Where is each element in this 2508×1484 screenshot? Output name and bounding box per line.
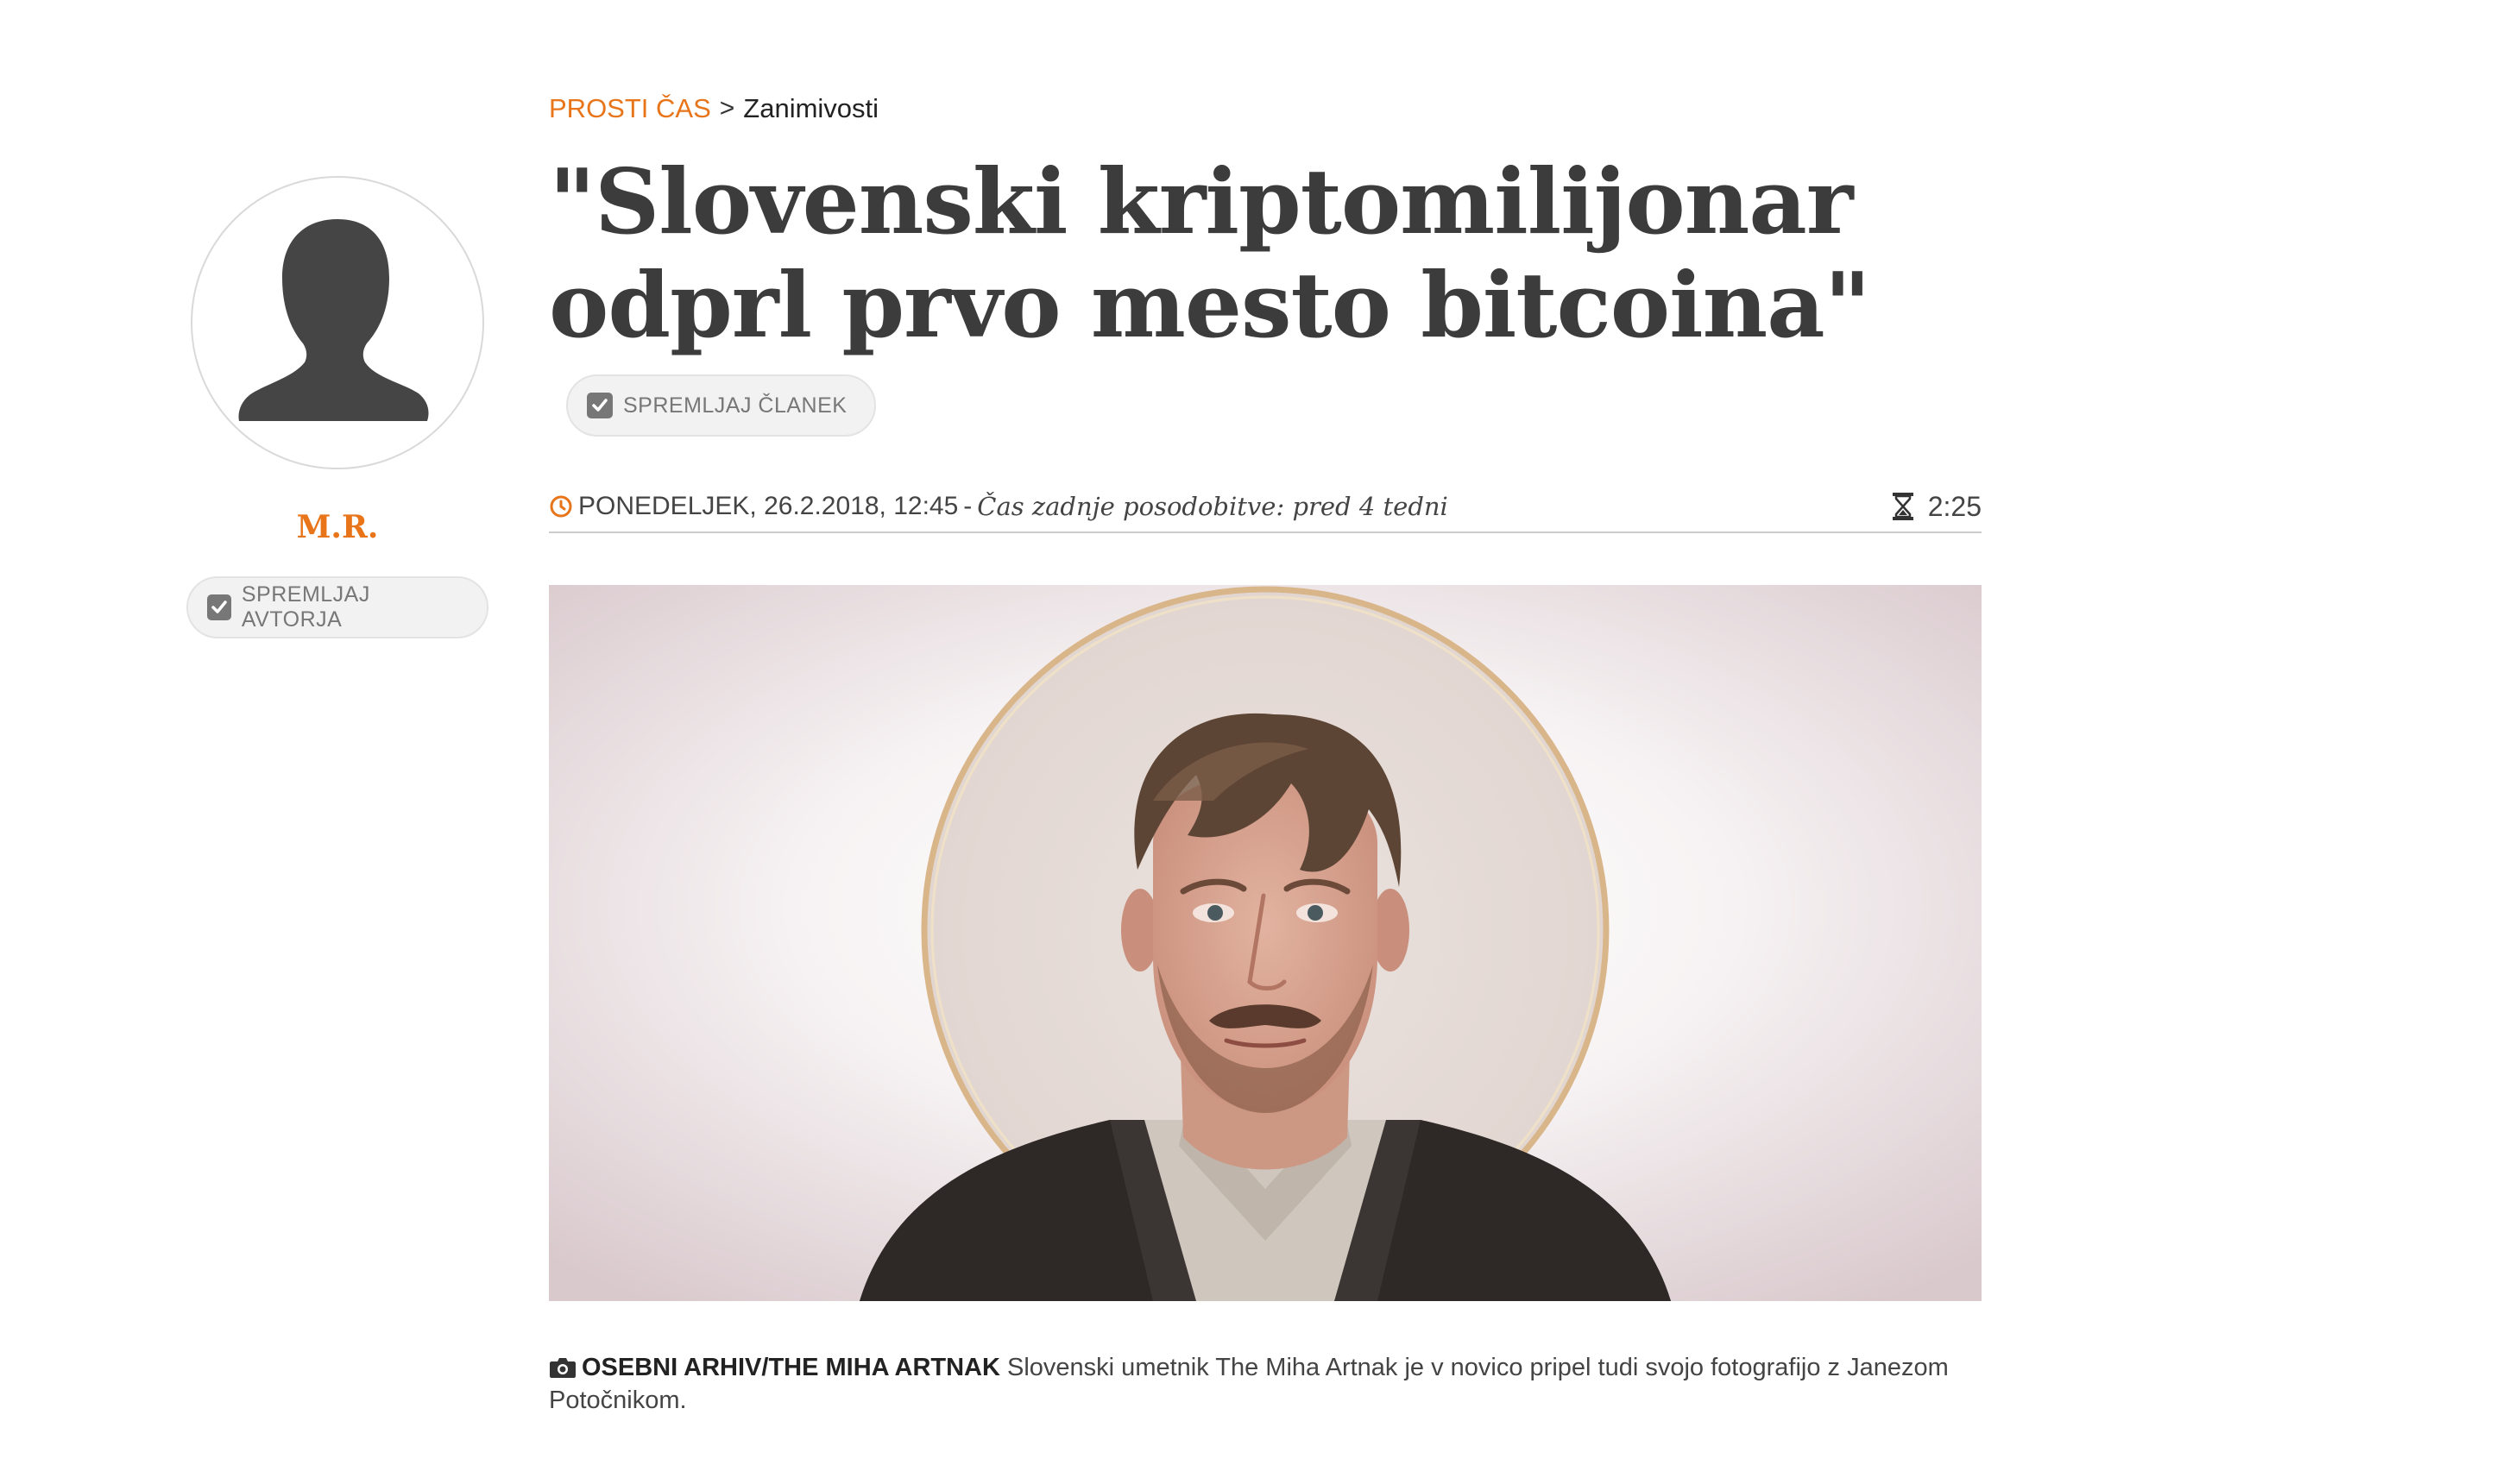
portrait-photo (549, 585, 1982, 1301)
author-name[interactable]: M.R. (186, 509, 488, 545)
last-update-text: Čas zadnje posodobitve: pred 4 tedni (977, 492, 1448, 521)
article-title: "Slovenski kriptomilijonar odprl prvo me… (549, 150, 1930, 357)
checkbox-icon (587, 393, 613, 418)
read-time-value: 2:25 (1927, 490, 1982, 522)
camera-icon (550, 1358, 576, 1378)
article-hero-image[interactable] (549, 585, 1982, 1301)
article-title-line-1: "Slovenski kriptomilijonar (549, 148, 1854, 255)
caption-credit: OSEBNI ARHIV/THE MIHA ARTNAK (582, 1354, 1000, 1381)
article-column: PROSTI ČAS > Zanimivosti "Slovenski krip… (549, 83, 1982, 1417)
read-time: 2:25 (1890, 491, 1982, 523)
hourglass-icon (1892, 493, 1913, 520)
article-page: M.R. SPREMLJAJ AVTORJA PROSTI ČAS > Zani… (0, 0, 2508, 1484)
article-title-line-2: odprl prvo mesto bitcoina" (549, 252, 1871, 358)
article-meta: PONEDELJEK, 26.2.2018, 12:45 - Čas zadnj… (549, 481, 1982, 533)
person-silhouette-icon (238, 219, 429, 421)
chevron-right-icon: > (719, 94, 735, 123)
breadcrumb-subsection-link[interactable]: Zanimivosti (743, 93, 879, 124)
image-caption: OSEBNI ARHIV/THE MIHA ARTNAK Slovenski u… (549, 1351, 1982, 1417)
checkbox-icon (207, 594, 231, 620)
breadcrumb-section-link[interactable]: PROSTI ČAS (549, 93, 711, 124)
follow-article-label: SPREMLJAJ ČLANEK (623, 393, 848, 418)
follow-author-label: SPREMLJAJ AVTORJA (241, 582, 370, 632)
article-meta-left: PONEDELJEK, 26.2.2018, 12:45 - Čas zadnj… (549, 492, 1448, 521)
publish-date: PONEDELJEK, 26.2.2018, 12:45 (578, 492, 959, 520)
clock-icon (550, 495, 572, 518)
meta-separator: - (963, 492, 973, 520)
breadcrumb: PROSTI ČAS > Zanimivosti (549, 83, 1982, 135)
author-avatar[interactable] (191, 176, 484, 469)
author-column: M.R. SPREMLJAJ AVTORJA (186, 176, 488, 638)
follow-article-button[interactable]: SPREMLJAJ ČLANEK (566, 374, 877, 437)
follow-author-button[interactable]: SPREMLJAJ AVTORJA (186, 576, 488, 638)
